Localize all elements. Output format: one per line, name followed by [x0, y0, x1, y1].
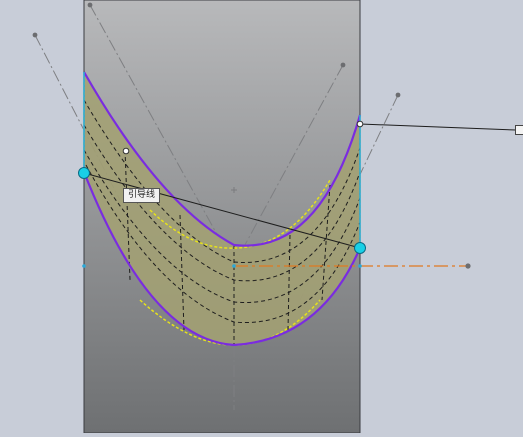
end-handle — [354, 242, 366, 254]
start-handle — [78, 167, 90, 179]
leader-label[interactable]: 引导线 — [123, 188, 161, 203]
dimension-tag[interactable] — [515, 125, 523, 135]
cad-viewport[interactable] — [0, 0, 523, 434]
model-canvas[interactable] — [0, 0, 523, 434]
